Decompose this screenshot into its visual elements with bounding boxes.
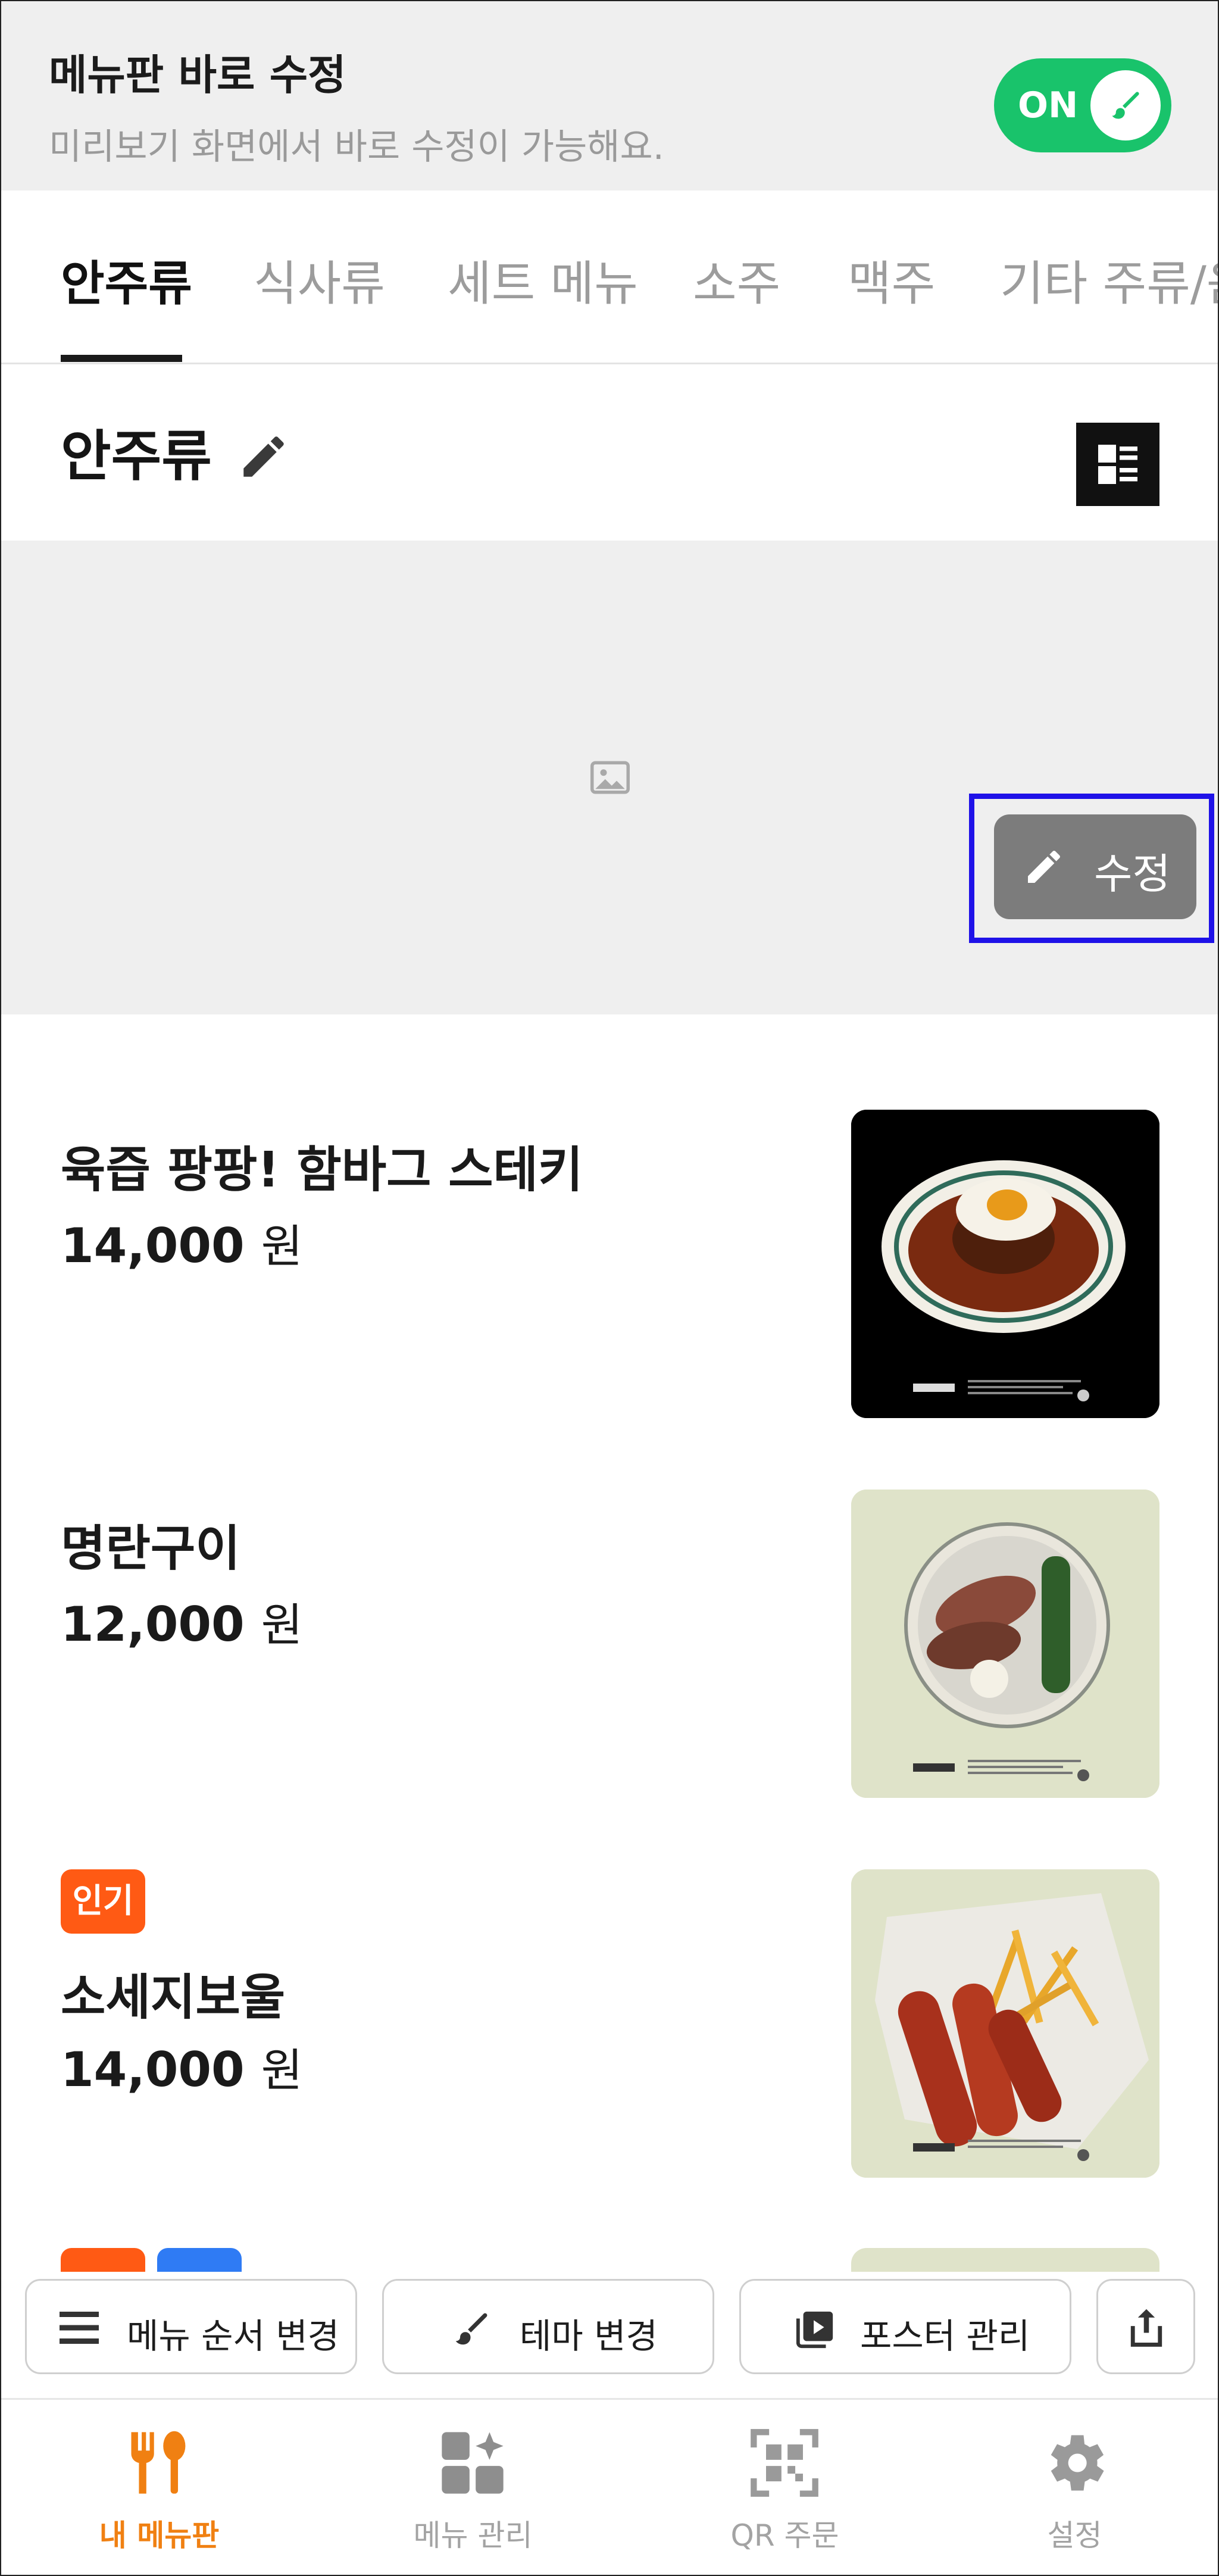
nav-menu-manage[interactable]: 메뉴 관리	[321, 2400, 625, 2575]
quick-edit-toggle[interactable]: ON	[994, 58, 1171, 152]
tab-meal[interactable]: 식사류	[254, 245, 385, 314]
item-badge-partial	[61, 2248, 145, 2272]
menu-item-photo[interactable]	[851, 1110, 1159, 1418]
quick-edit-banner: 메뉴판 바로 수정 미리보기 화면에서 바로 수정이 가능해요. ON	[1, 1, 1218, 191]
nav-label: QR 주문	[730, 2518, 839, 2553]
app-screen: 메뉴판 바로 수정 미리보기 화면에서 바로 수정이 가능해요. ON 안주류 …	[0, 0, 1219, 2576]
grid-sparkle-icon	[442, 2432, 504, 2494]
theme-label: 테마 변경	[520, 2316, 658, 2356]
price-currency: 원	[261, 1220, 303, 1273]
menu-item-name[interactable]: 명란구이	[61, 1509, 240, 1579]
share-button[interactable]	[1096, 2279, 1195, 2374]
tab-beer[interactable]: 맥주	[848, 245, 935, 314]
banner-subtitle: 미리보기 화면에서 바로 수정이 가능해요.	[49, 126, 664, 168]
bottom-navigation: 내 메뉴판 메뉴 관리 QR 주문 설정	[1, 2398, 1218, 2575]
price-value: 12,000	[61, 1597, 245, 1652]
item-badge-partial	[157, 2248, 242, 2272]
price-value: 14,000	[61, 2042, 245, 2097]
action-bar: 메뉴 순서 변경 테마 변경 포스터 관리	[1, 2272, 1218, 2398]
nav-settings[interactable]: 설정	[923, 2400, 1218, 2575]
tab-other-drinks[interactable]: 기타 주류/음	[1000, 245, 1218, 314]
myeongran-photo	[851, 1490, 1159, 1798]
layout-toggle-button[interactable]	[1076, 423, 1159, 506]
tab-soju[interactable]: 소주	[693, 245, 780, 314]
menu-item-photo[interactable]	[851, 1490, 1159, 1798]
nav-qr-order[interactable]: QR 주문	[633, 2400, 937, 2575]
brush-icon	[455, 2313, 487, 2345]
gear-icon	[1051, 2435, 1104, 2491]
toggle-label: ON	[1018, 85, 1079, 126]
menu-item-photo-partial	[851, 2248, 1159, 2272]
menu-item-price: 14,000 원	[61, 2034, 303, 2099]
image-edit-button[interactable]: 수정	[994, 814, 1196, 919]
tab-set-menu[interactable]: 세트 메뉴	[448, 245, 638, 314]
image-icon	[590, 761, 630, 794]
popular-badge: 인기	[61, 1869, 145, 1934]
nav-label: 설정	[1047, 2518, 1102, 2553]
change-theme-button[interactable]: 테마 변경	[382, 2279, 714, 2374]
pencil-icon	[1028, 850, 1060, 883]
price-value: 14,000	[61, 1218, 245, 1273]
poster-icon	[796, 2311, 833, 2349]
pencil-icon[interactable]	[237, 430, 290, 483]
active-tab-indicator	[61, 355, 182, 362]
share-icon	[1130, 2309, 1162, 2347]
menu-item-photo[interactable]	[851, 1869, 1159, 2178]
reorder-menu-button[interactable]: 메뉴 순서 변경	[25, 2279, 357, 2374]
nav-label: 메뉴 관리	[413, 2518, 533, 2553]
brush-icon	[1112, 92, 1139, 119]
menu-item-price: 12,000 원	[61, 1588, 303, 1654]
tab-anju[interactable]: 안주류	[61, 245, 192, 314]
reorder-label: 메뉴 순서 변경	[127, 2316, 340, 2356]
category-tabs: 안주류 식사류 세트 메뉴 소주 맥주 기타 주류/음	[1, 191, 1218, 364]
toggle-knob	[1090, 70, 1161, 140]
poster-label: 포스터 관리	[860, 2316, 1030, 2356]
edit-button-label: 수정	[1094, 850, 1171, 898]
hamburg-steak-photo	[851, 1110, 1159, 1418]
fork-spoon-icon	[131, 2431, 186, 2494]
qr-icon	[751, 2429, 818, 2497]
nav-my-menu[interactable]: 내 메뉴판	[7, 2400, 311, 2575]
section-title: 안주류	[61, 424, 212, 488]
reorder-icon	[60, 2312, 99, 2344]
banner-title: 메뉴판 바로 수정	[49, 51, 346, 99]
list-layout-icon	[1098, 445, 1137, 484]
sausage-bowl-photo	[851, 1869, 1159, 2178]
menu-item-price: 14,000 원	[61, 1210, 303, 1275]
poster-manage-button[interactable]: 포스터 관리	[739, 2279, 1071, 2374]
nav-label: 내 메뉴판	[99, 2518, 220, 2553]
price-currency: 원	[261, 2044, 303, 2097]
menu-item-name[interactable]: 소세지보울	[61, 1957, 285, 2028]
price-currency: 원	[261, 1598, 303, 1651]
menu-item-name[interactable]: 육즙 팡팡! 함바그 스테키	[61, 1130, 583, 1201]
